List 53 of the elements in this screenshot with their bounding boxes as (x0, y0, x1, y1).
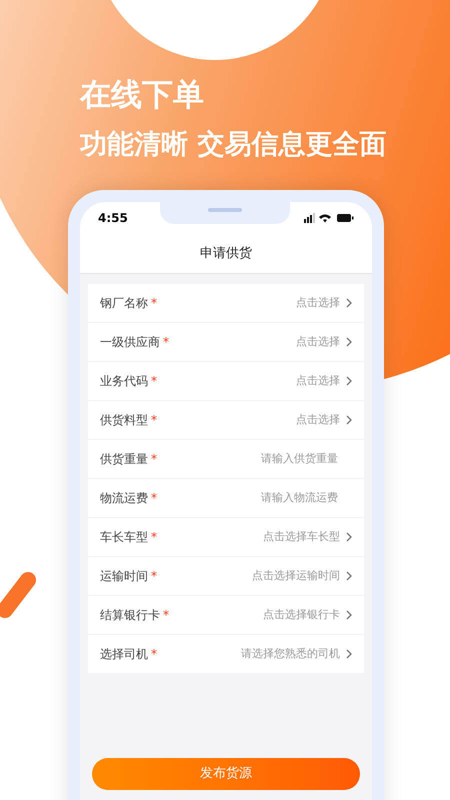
form-row[interactable]: 车长车型 * 点击选择车长型 (88, 518, 364, 556)
required-mark: * (151, 646, 157, 663)
required-mark: * (151, 490, 157, 507)
field-label: 选择司机 (100, 646, 148, 663)
required-mark: * (163, 607, 169, 624)
form-row[interactable]: 结算银行卡 * 点击选择银行卡 (88, 596, 364, 634)
field-label: 结算银行卡 (100, 607, 160, 624)
form-row[interactable]: 供货重量 * 请输入供货重量 (88, 440, 364, 478)
required-mark: * (151, 568, 157, 585)
chevron-icon (346, 298, 352, 308)
select-hint: 点击选择 (296, 412, 340, 428)
form-row[interactable]: 运输时间 * 点击选择运输时间 (88, 557, 364, 595)
form-row[interactable]: 物流运费 * 请输入物流运费 (88, 479, 364, 517)
status-icons (304, 213, 354, 223)
input-field[interactable]: 请输入物流运费 (218, 490, 338, 506)
select-hint: 点击选择车长型 (263, 528, 340, 545)
headline-subtitle: 功能清晰 交易信息更全面 (80, 128, 388, 162)
field-label: 运输时间 (100, 568, 148, 585)
status-time: 4:55 (98, 210, 128, 227)
select-hint: 点击选择运输时间 (252, 568, 340, 584)
chevron-icon (346, 376, 352, 386)
chevron-icon (346, 610, 352, 620)
chevron-icon (346, 415, 352, 425)
required-mark: * (163, 334, 169, 351)
screen-title: 申请供货 (200, 244, 252, 263)
headline-title: 在线下单 (80, 76, 205, 114)
select-hint: 点击选择 (296, 294, 340, 311)
form-row[interactable]: 钢厂名称 * 点击选择 (88, 284, 364, 322)
required-mark: * (151, 373, 157, 390)
select-hint: 请选择您熟悉的司机 (241, 646, 340, 662)
required-mark: * (151, 451, 157, 468)
chevron-icon (346, 532, 352, 542)
form-row[interactable]: 业务代码 * 点击选择 (88, 362, 364, 400)
select-hint: 点击选择 (296, 372, 340, 389)
field-label: 一级供应商 (100, 334, 160, 351)
field-label: 供货料型 (100, 412, 148, 429)
chevron-icon (346, 571, 352, 581)
required-mark: * (151, 295, 157, 312)
input-field[interactable]: 请输入供货重量 (218, 450, 338, 468)
chevron-icon (346, 649, 352, 659)
form-row[interactable]: 选择司机 * 请选择您熟悉的司机 (88, 635, 364, 673)
form-row[interactable]: 供货料型 * 点击选择 (88, 401, 364, 439)
field-label: 钢厂名称 (100, 295, 148, 312)
required-mark: * (151, 529, 157, 546)
field-label: 车长车型 (100, 529, 148, 546)
select-hint: 点击选择银行卡 (263, 606, 340, 623)
form-row[interactable]: 一级供应商 * 点击选择 (88, 323, 364, 361)
field-label: 供货重量 (100, 451, 148, 468)
field-label: 物流运费 (100, 490, 148, 507)
field-label: 业务代码 (100, 373, 148, 390)
select-hint: 点击选择 (296, 334, 340, 350)
chevron-icon (346, 337, 352, 347)
required-mark: * (151, 412, 157, 429)
